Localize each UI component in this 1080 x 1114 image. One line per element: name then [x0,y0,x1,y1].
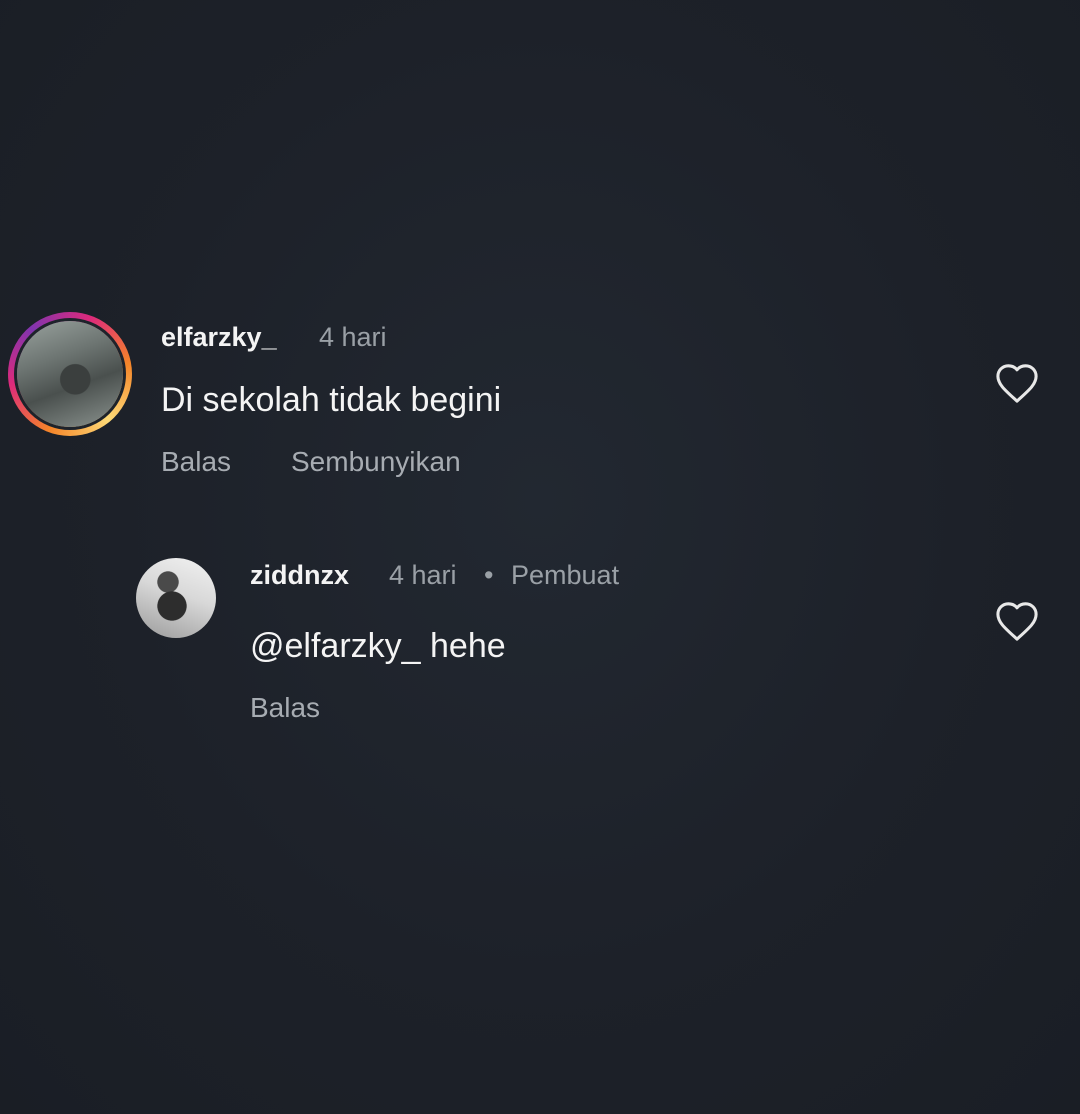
hide-button[interactable]: Sembunyikan [291,446,461,478]
comment-timestamp: 4 hari [319,322,387,352]
comment-username[interactable]: elfarzky_ [161,322,277,353]
avatar [14,318,126,430]
reply-button[interactable]: Balas [161,446,231,478]
avatar-image [17,321,123,427]
story-ring-avatar[interactable] [8,312,132,436]
comments-screen: elfarzky_ 4 hari Di sekolah tidak begini… [0,0,1080,1114]
avatar[interactable] [136,558,216,638]
meta-separator: • [484,560,494,590]
comment-text: @elfarzky_ hehe [250,627,506,665]
comment-text: Di sekolah tidak begini [161,381,502,419]
comment-timestamp: 4 hari [389,560,457,590]
heart-icon[interactable] [994,362,1040,404]
comment-username[interactable]: ziddnzx [250,560,349,591]
reply-button[interactable]: Balas [250,692,320,724]
heart-icon[interactable] [994,600,1040,642]
author-badge: Pembuat [511,560,620,590]
